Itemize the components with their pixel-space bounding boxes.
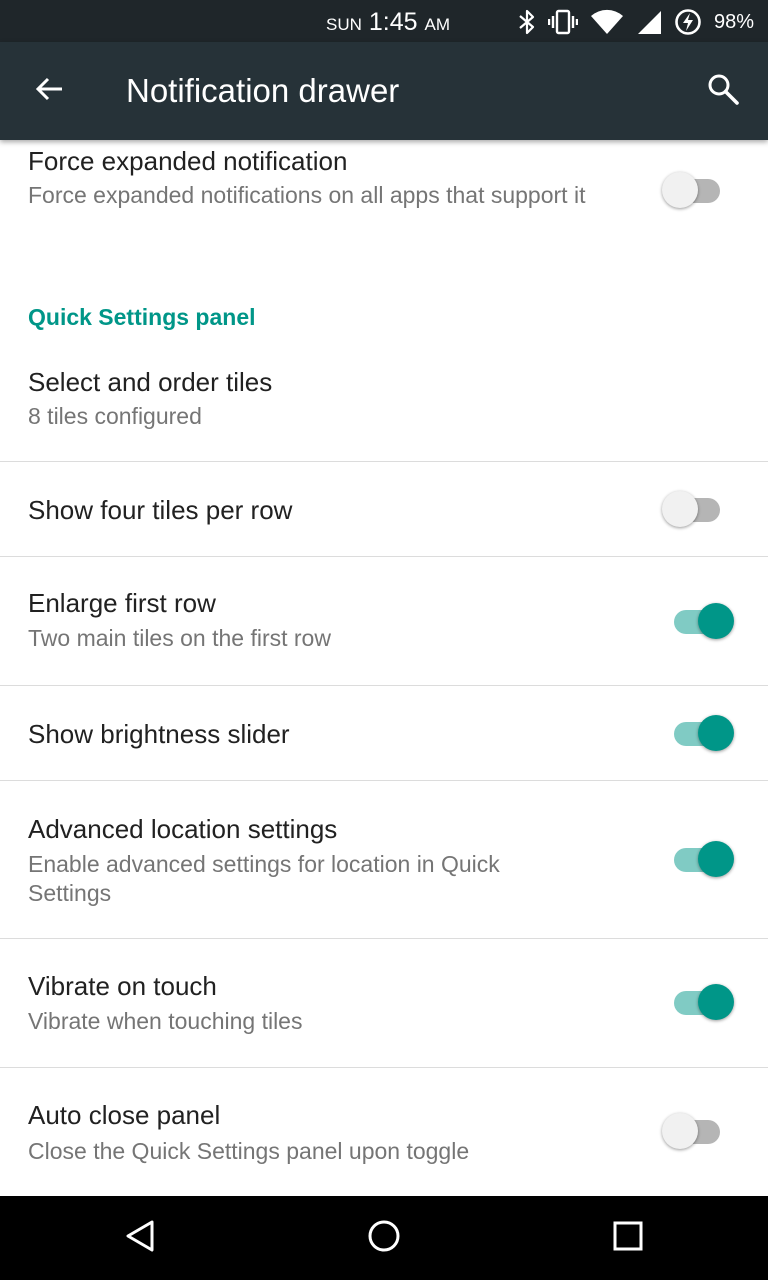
switch-thumb [698,841,734,877]
four-tiles-title: Show four tiles per row [28,495,293,525]
status-icons: 98% [518,8,754,36]
advanced-location-summary: Enable advanced settings for location in… [28,851,500,906]
vibrate-on-touch-row[interactable]: Vibrate on touch Vibrate when touching t… [0,939,768,1068]
switch-thumb [698,715,734,751]
switch-thumb [698,603,734,639]
vibrate-on-touch-title: Vibrate on touch [28,971,217,1001]
home-circle-icon [367,1219,401,1258]
search-icon [706,72,740,111]
switch-thumb [662,172,698,208]
vibrate-icon [547,9,578,35]
brightness-slider-row[interactable]: Show brightness slider [0,686,768,781]
battery-charging-icon [674,8,702,36]
status-clock: SUN 1:45 AM [326,8,450,37]
cell-signal-icon [636,9,662,35]
enlarge-first-row-switch[interactable] [672,601,736,641]
arrow-back-icon [34,74,64,109]
category-header: Quick Settings panel [0,280,768,340]
nav-back-button[interactable] [116,1214,164,1262]
vibrate-on-touch-switch[interactable] [672,982,736,1022]
auto-close-row[interactable]: Auto close panel Close the Quick Setting… [0,1068,768,1196]
force-expanded-switch[interactable] [662,170,726,210]
enlarge-first-row-row[interactable]: Enlarge first row Two main tiles on the … [0,557,768,686]
auto-close-summary: Close the Quick Settings panel upon togg… [28,1138,470,1164]
switch-thumb [662,491,698,527]
switch-thumb [698,984,734,1020]
status-bar: SUN 1:45 AM 98% [0,0,768,42]
back-triangle-icon [124,1219,156,1258]
app-bar: Notification drawer [0,42,768,140]
force-expanded-title: Force expanded notification [28,146,348,176]
battery-percent: 98% [713,10,754,33]
navigation-bar [0,1196,768,1280]
recents-square-icon [612,1220,644,1257]
brightness-slider-title: Show brightness slider [28,719,290,749]
back-button[interactable] [22,64,76,118]
four-tiles-switch[interactable] [662,489,726,529]
four-tiles-row[interactable]: Show four tiles per row [0,462,768,557]
bluetooth-icon [518,9,536,35]
auto-close-title: Auto close panel [28,1100,221,1130]
search-button[interactable] [696,64,750,118]
brightness-slider-switch[interactable] [672,713,736,753]
status-time: 1:45 [368,8,418,36]
enlarge-first-row-title: Enlarge first row [28,588,216,618]
enlarge-first-row-summary: Two main tiles on the first row [28,625,331,651]
advanced-location-row[interactable]: Advanced location settings Enable advanc… [0,781,768,939]
select-tiles-title: Select and order tiles [28,367,273,397]
category-title: Quick Settings panel [28,304,256,330]
select-tiles-summary: 8 tiles configured [28,403,202,429]
advanced-location-title: Advanced location settings [28,814,338,844]
advanced-location-switch[interactable] [672,839,736,879]
nav-recents-button[interactable] [604,1214,652,1262]
status-ampm: AM [424,15,450,34]
wifi-icon [590,9,624,35]
auto-close-switch[interactable] [662,1111,726,1151]
status-day: SUN [326,15,362,34]
vibrate-on-touch-summary: Vibrate when touching tiles [28,1008,303,1034]
nav-home-button[interactable] [360,1214,408,1262]
force-expanded-row[interactable]: Force expanded notification Force expand… [0,140,768,260]
select-tiles-row[interactable]: Select and order tiles 8 tiles configure… [0,340,768,462]
settings-list[interactable]: Force expanded notification Force expand… [0,140,768,1196]
page-title: Notification drawer [126,72,400,109]
force-expanded-summary: Force expanded notifications on all apps… [28,182,586,208]
switch-thumb [662,1113,698,1149]
